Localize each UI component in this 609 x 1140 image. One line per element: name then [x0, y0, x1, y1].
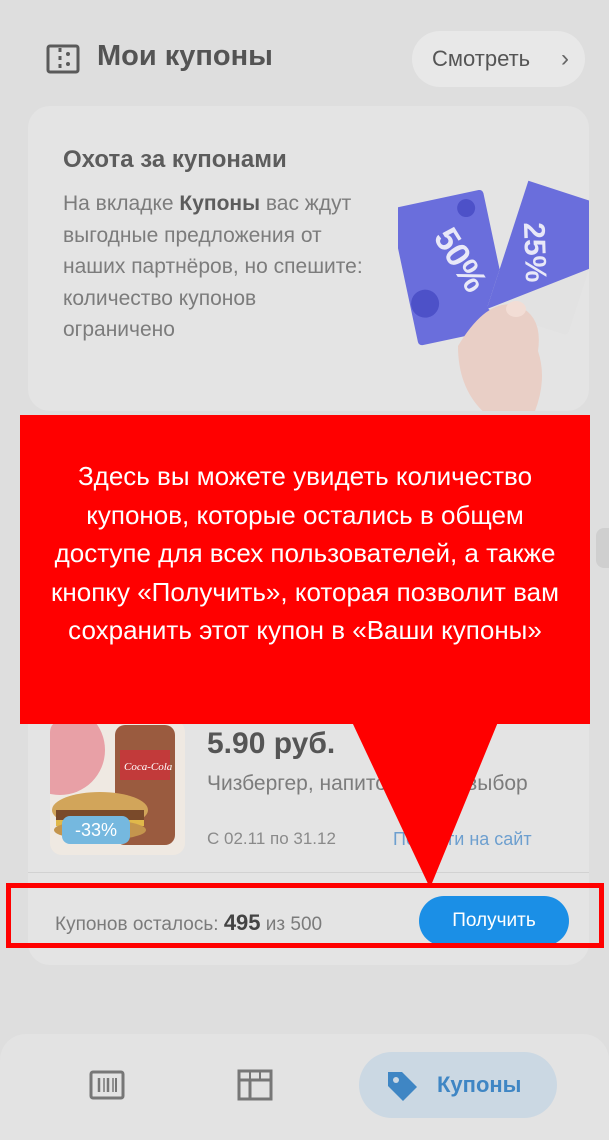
promo-card[interactable]: Охота за купонами На вкладке Купоны вас … — [28, 106, 589, 411]
svg-text:25%: 25% — [517, 222, 552, 283]
remaining-counter: Купонов осталось: 495 из 500 — [55, 910, 323, 935]
store-icon[interactable] — [236, 1068, 274, 1102]
coupon-price: 5.90 руб. — [207, 727, 336, 760]
divider — [28, 872, 589, 873]
get-coupon-button[interactable]: Получить — [419, 896, 569, 946]
coupons-in-hand-illustration: 50% 25% — [398, 180, 589, 411]
tag-icon — [388, 1072, 417, 1101]
chevron-right-icon: › — [561, 45, 569, 72]
scroll-handle[interactable] — [596, 528, 609, 568]
view-button-label: Смотреть — [432, 46, 531, 71]
view-button[interactable]: Смотреть › — [412, 31, 585, 87]
promo-title: Охота за купонами — [63, 146, 287, 173]
discount-badge: -33% — [62, 816, 130, 844]
promo-text: На вкладке Купоны вас ждут выгодные пред… — [63, 192, 363, 341]
coupon-description: Чизбергер, напиток 0,4 на выбор — [207, 772, 528, 795]
nav-item-coupons-label: Купоны — [437, 1072, 522, 1097]
callout-text: Здесь вы можете увидеть количество купон… — [51, 461, 559, 645]
barcode-card-icon[interactable] — [89, 1070, 125, 1100]
page-title: Мои купоны — [97, 40, 273, 72]
header: Мои купоны Смотреть › — [0, 0, 609, 100]
go-to-site-link[interactable]: Перейти на сайт — [393, 829, 532, 850]
svg-text:Coca-Cola: Coca-Cola — [124, 761, 173, 773]
coupon-dates: С 02.11 по 31.12 — [207, 829, 336, 848]
coupon-icon — [46, 44, 80, 74]
